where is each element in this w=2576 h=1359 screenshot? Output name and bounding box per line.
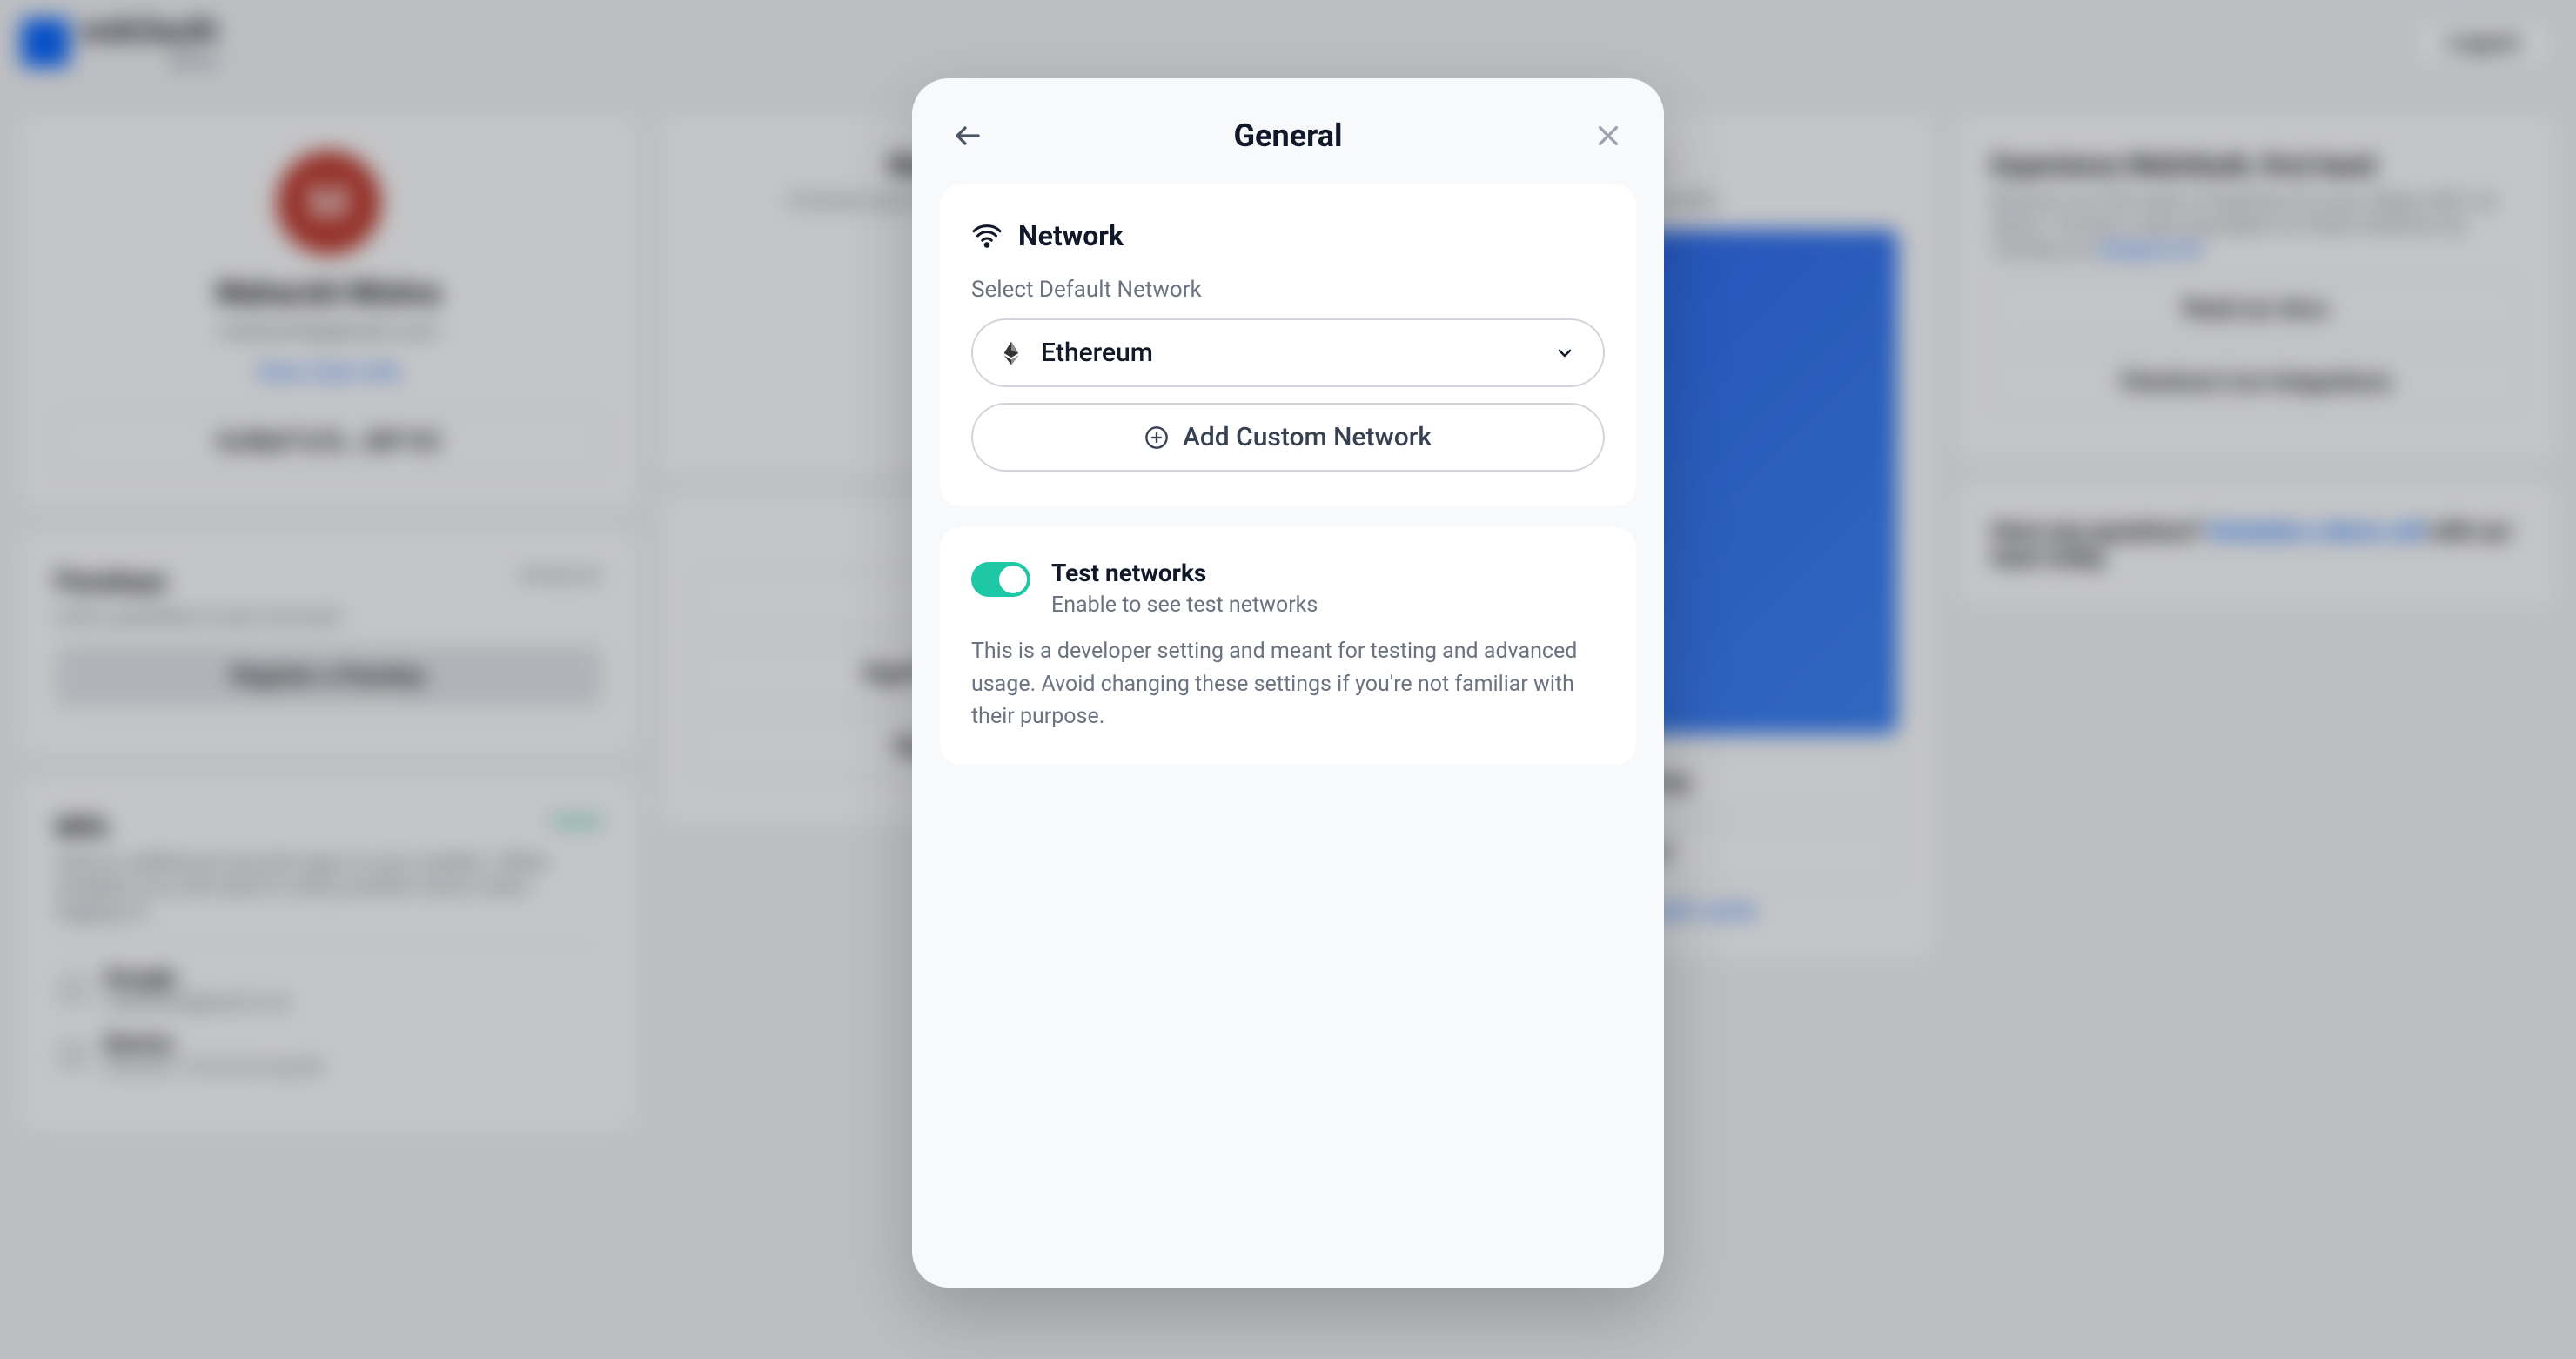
test-networks-description: This is a developer setting and meant fo… [971,635,1605,733]
plus-circle-icon [1144,425,1169,450]
network-section: Network Select Default Network Ethereum [940,184,1636,506]
select-default-network-label: Select Default Network [971,277,1605,303]
add-custom-network-label: Add Custom Network [1183,422,1432,452]
close-icon [1594,122,1622,150]
network-select[interactable]: Ethereum [971,318,1605,387]
back-button[interactable] [947,115,989,157]
network-section-title: Network [1018,219,1124,252]
general-settings-modal: General Network Select Default Network [912,78,1664,1288]
modal-title: General [1234,117,1343,154]
arrow-left-icon [952,120,983,151]
test-networks-subtitle: Enable to see test networks [1051,592,1318,618]
selected-network-value: Ethereum [1041,338,1153,368]
chevron-down-icon [1554,343,1575,364]
test-networks-title: Test networks [1051,559,1318,587]
ethereum-icon [1001,340,1022,366]
wifi-icon [971,220,1003,251]
test-networks-toggle[interactable] [971,562,1030,597]
add-custom-network-button[interactable]: Add Custom Network [971,403,1605,472]
close-button[interactable] [1587,115,1629,157]
modal-overlay: General Network Select Default Network [0,0,2576,1359]
test-networks-section: Test networks Enable to see test network… [940,527,1636,765]
